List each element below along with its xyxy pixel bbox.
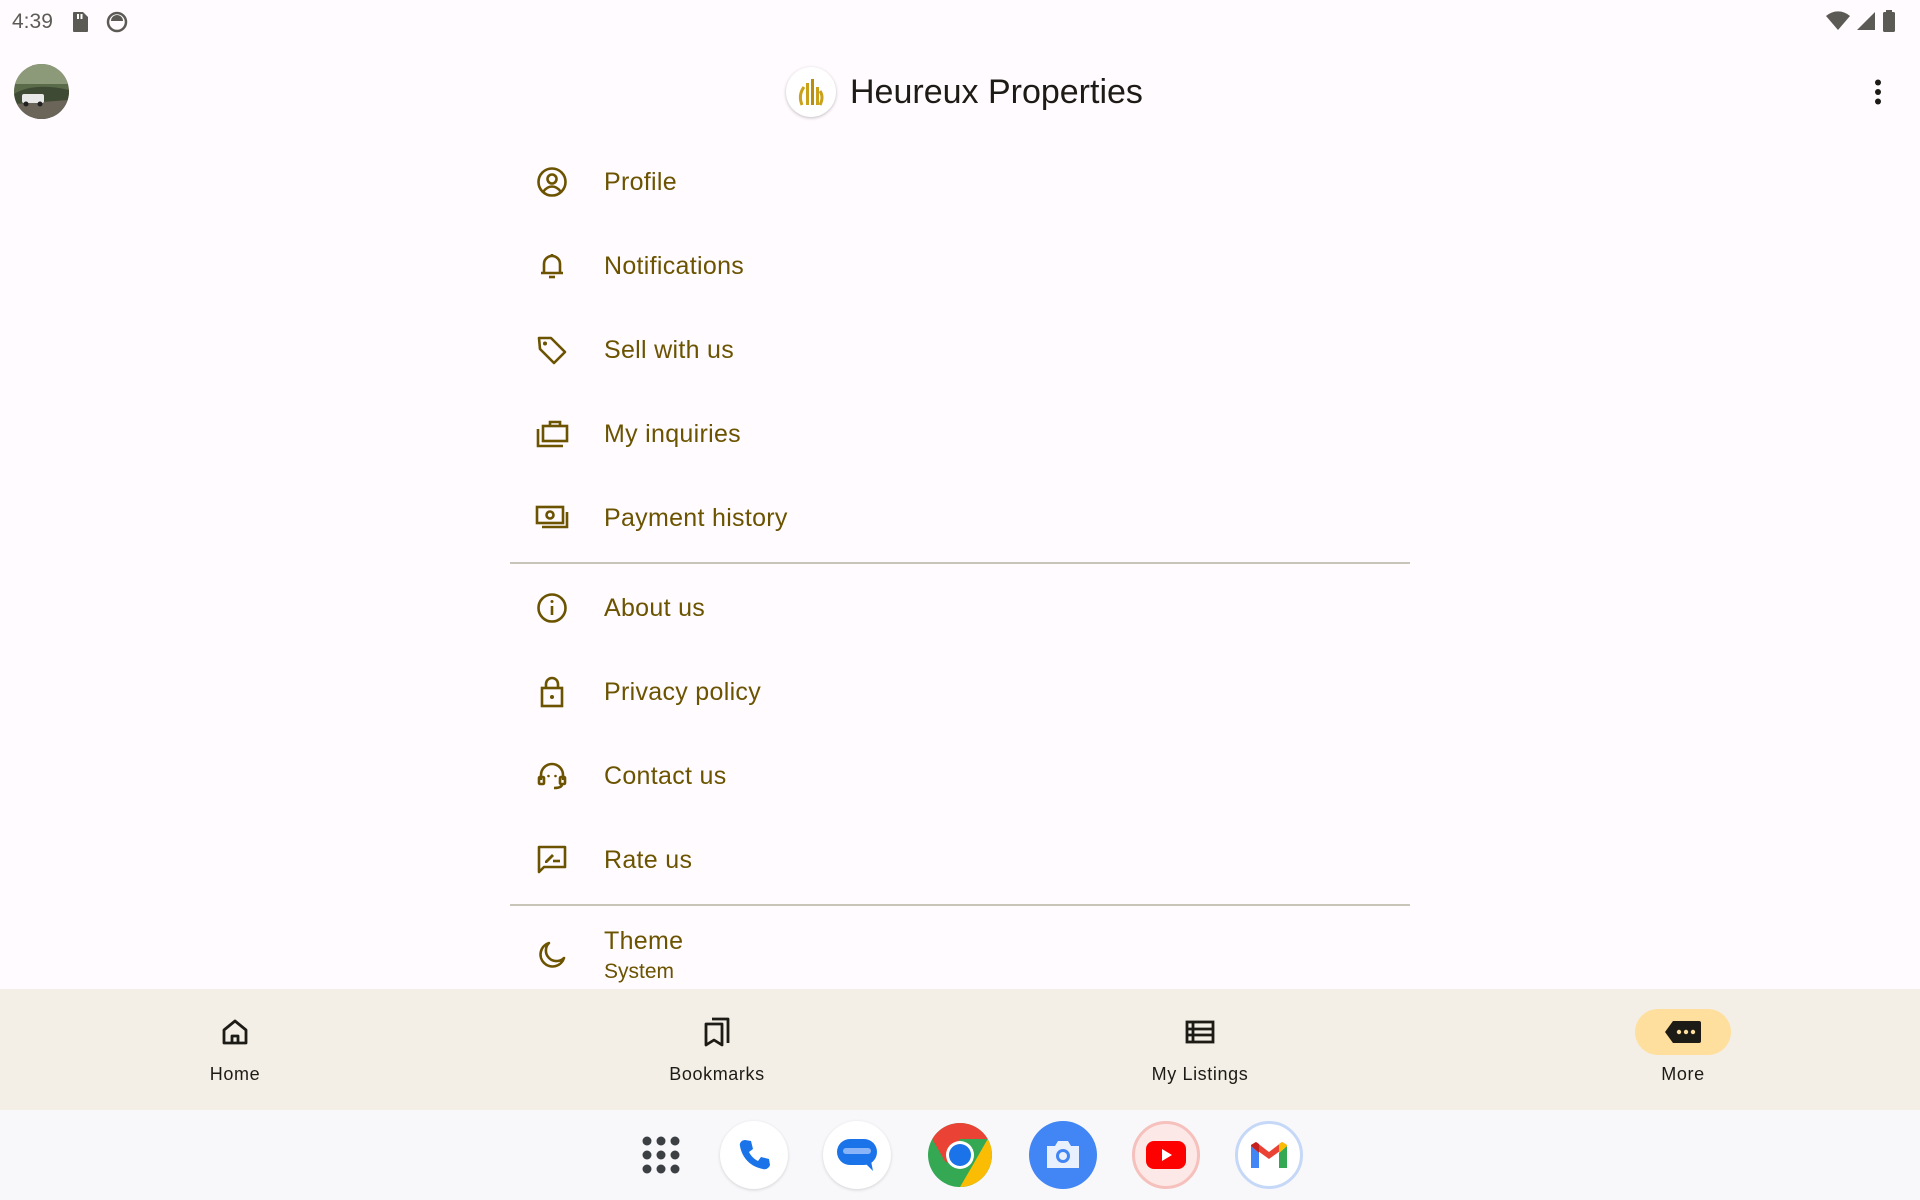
- lock-icon: [534, 674, 570, 710]
- nav-my-listings[interactable]: My Listings: [1100, 989, 1300, 1110]
- app-drawer-icon[interactable]: [627, 1121, 695, 1189]
- more-label-icon: [1635, 1009, 1731, 1055]
- sync-circle-icon: [106, 11, 128, 38]
- menu-item-theme[interactable]: Theme System: [510, 908, 1410, 1002]
- account-circle-icon: [534, 164, 570, 200]
- phone-icon[interactable]: [720, 1121, 788, 1189]
- nav-bookmarks[interactable]: Bookmarks: [617, 989, 817, 1110]
- signal-icon: [1856, 11, 1876, 36]
- brand: Heureux Properties: [786, 67, 1143, 117]
- bottom-navigation: Home Bookmarks My Listings More: [0, 989, 1920, 1110]
- app-title: Heureux Properties: [850, 72, 1143, 111]
- menu-item-label: Privacy policy: [604, 677, 762, 706]
- nav-label: Home: [209, 1064, 261, 1084]
- menu-item-label: Contact us: [604, 761, 727, 790]
- app-bar: Heureux Properties: [0, 44, 1920, 140]
- home-icon: [187, 1009, 283, 1055]
- nav-label: My Listings: [1151, 1064, 1249, 1084]
- bookmarks-icon: [669, 1009, 765, 1055]
- divider: [510, 562, 1410, 564]
- payments-icon: [534, 500, 570, 536]
- gmail-icon[interactable]: [1235, 1121, 1303, 1189]
- tag-icon: [534, 332, 570, 368]
- sd-card-icon: [70, 11, 90, 38]
- menu-item-label: Sell with us: [604, 335, 735, 364]
- menu-item-label: My inquiries: [604, 419, 741, 448]
- moon-icon: [534, 937, 570, 973]
- menu-item-profile[interactable]: Profile: [510, 140, 1410, 224]
- support-agent-icon: [534, 758, 570, 794]
- more-vert-icon[interactable]: [1862, 74, 1894, 110]
- menu-item-rate-us[interactable]: Rate us: [510, 818, 1410, 902]
- chrome-icon[interactable]: [926, 1121, 994, 1189]
- avatar[interactable]: [14, 64, 69, 119]
- menu-item-label: Notifications: [604, 251, 745, 280]
- youtube-icon[interactable]: [1132, 1121, 1200, 1189]
- menu-item-label: About us: [604, 593, 706, 622]
- theme-label: Theme: [604, 926, 684, 955]
- battery-icon: [1882, 10, 1896, 37]
- list-icon: [1152, 1009, 1248, 1055]
- info-icon: [534, 590, 570, 626]
- nav-more[interactable]: More: [1583, 989, 1783, 1110]
- camera-icon[interactable]: [1029, 1121, 1097, 1189]
- brand-logo-icon: [786, 67, 836, 117]
- more-menu: Profile Notifications Sell with us My in…: [510, 140, 1410, 1002]
- menu-item-label: Rate us: [604, 845, 693, 874]
- menu-item-sell-with-us[interactable]: Sell with us: [510, 308, 1410, 392]
- status-time: 4:39: [12, 10, 53, 33]
- nav-home[interactable]: Home: [135, 989, 335, 1110]
- menu-item-notifications[interactable]: Notifications: [510, 224, 1410, 308]
- cases-icon: [534, 416, 570, 452]
- nav-label: More: [1661, 1064, 1705, 1084]
- menu-item-label: Payment history: [604, 503, 788, 532]
- wifi-icon: [1826, 11, 1850, 36]
- menu-item-payment-history[interactable]: Payment history: [510, 476, 1410, 560]
- rate-review-icon: [534, 842, 570, 878]
- status-bar: 4:39: [0, 0, 1920, 44]
- menu-item-contact-us[interactable]: Contact us: [510, 734, 1410, 818]
- messages-icon[interactable]: [823, 1121, 891, 1189]
- divider: [510, 904, 1410, 906]
- theme-value: System: [604, 959, 675, 983]
- menu-item-privacy-policy[interactable]: Privacy policy: [510, 650, 1410, 734]
- nav-label: Bookmarks: [669, 1064, 765, 1084]
- menu-item-about-us[interactable]: About us: [510, 566, 1410, 650]
- menu-item-my-inquiries[interactable]: My inquiries: [510, 392, 1410, 476]
- bell-icon: [534, 248, 570, 284]
- menu-item-label: Profile: [604, 167, 677, 196]
- taskbar-dock: [0, 1110, 1920, 1200]
